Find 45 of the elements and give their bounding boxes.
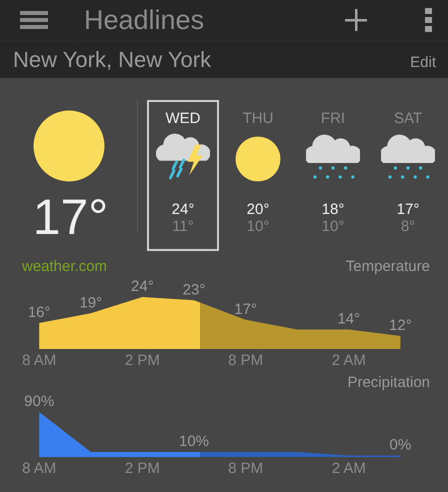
low-temperature: 10° [322,218,344,235]
data-label: 17° [234,300,257,318]
low-temperature: 10° [246,218,270,235]
data-label: 19° [79,294,102,312]
forecast-day[interactable]: THU 20° 10° [222,100,294,251]
app-title: Headlines [84,4,206,36]
forecast-day[interactable]: SAT 17° 8° [372,100,444,251]
data-label: 16° [28,304,51,321]
data-label: 12° [389,317,412,334]
sun-icon [234,135,282,183]
data-label: 90% [24,393,54,410]
current-temperature: 17° [32,190,108,244]
day-label: FRI [320,110,346,127]
edit-button[interactable]: Edit [410,48,436,71]
chart-title: Precipitation [347,374,430,392]
day-label: WED [166,110,200,127]
high-temperature: 17° [396,201,420,218]
forecast-day[interactable]: FRI 18° 10° [297,100,369,251]
high-temperature: 18° [322,201,344,218]
day-label: THU [242,110,274,127]
axis-label: 8 AM [22,352,56,369]
axis-label: 8 AM [22,460,56,477]
data-label: 14° [337,310,360,328]
data-label: 0% [390,436,412,454]
axis-label: 2 PM [124,460,160,477]
location-name: New York, New York [13,46,212,72]
menu-icon[interactable] [20,11,48,29]
axis-label: 2 AM [332,460,366,477]
data-label: 10% [178,433,210,450]
forecast-day[interactable]: WED 24° 11° [147,100,219,251]
add-icon[interactable] [345,9,367,31]
axis-label: 2 PM [124,352,160,369]
low-temperature: 8° [400,218,416,235]
sun-icon [30,108,106,184]
axis-label: 2 AM [332,352,366,369]
high-temperature: 20° [246,201,270,218]
chart-title: Temperature [346,258,430,276]
axis-label: 8 PM [228,352,264,369]
day-label: SAT [394,110,422,127]
low-temperature: 11° [172,218,194,235]
high-temperature: 24° [172,201,194,218]
data-label: 24° [131,278,154,295]
data-label: 23° [182,281,206,298]
axis-label: 8 PM [228,460,264,477]
more-icon[interactable] [425,8,432,32]
